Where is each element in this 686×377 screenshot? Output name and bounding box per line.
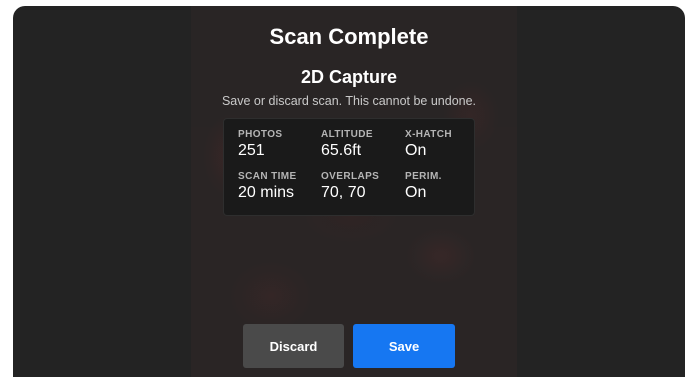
stat-label: PHOTOS	[238, 129, 283, 140]
dialog-subtitle: 2D Capture	[300, 67, 398, 87]
stat-photos: PHOTOS 251	[238, 129, 282, 160]
stat-value: On	[405, 184, 427, 201]
stat-value: 251	[238, 142, 265, 159]
stat-label: OVERLAPS	[321, 171, 380, 182]
scan-complete-screen: Scan Complete 2D Capture Save or discard…	[13, 6, 685, 377]
scan-stats-card: PHOTOS 251 ALTITUDE 65.6ft X-HATCH On SC…	[223, 118, 475, 216]
stat-value: 70, 70	[321, 184, 366, 201]
stat-value: 65.6ft	[321, 142, 362, 159]
save-button[interactable]: Save	[353, 324, 455, 368]
dialog-description: Save or discard scan. This cannot be und…	[221, 94, 477, 108]
stat-x-hatch: X-HATCH On	[405, 129, 452, 160]
stat-perimeter: PERIM. On	[405, 171, 442, 202]
stat-label: ALTITUDE	[321, 129, 373, 140]
stat-altitude: ALTITUDE 65.6ft	[321, 129, 373, 160]
stat-value: 20 mins	[238, 184, 295, 201]
stat-label: SCAN TIME	[238, 171, 297, 182]
stat-value: On	[405, 142, 427, 159]
discard-button[interactable]: Discard	[243, 324, 344, 368]
stat-label: X-HATCH	[405, 129, 453, 140]
stat-overlaps: OVERLAPS 70, 70	[321, 171, 379, 202]
stat-label: PERIM.	[405, 171, 442, 182]
dialog-title: Scan Complete	[269, 24, 429, 49]
stat-scan-time: SCAN TIME 20 mins	[238, 171, 297, 202]
